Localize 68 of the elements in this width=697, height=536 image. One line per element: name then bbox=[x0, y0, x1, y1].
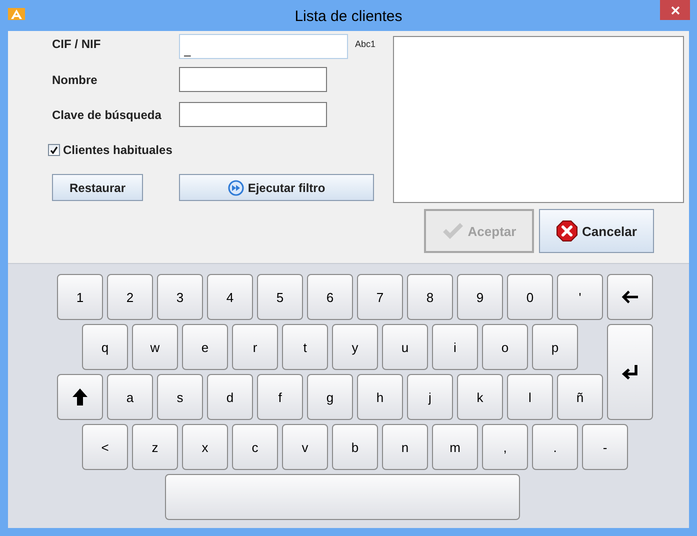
key[interactable]: 8 bbox=[407, 274, 453, 320]
cancel-button[interactable]: Cancelar bbox=[539, 209, 654, 253]
enter-icon bbox=[621, 364, 639, 380]
checkbox[interactable] bbox=[48, 144, 60, 156]
key[interactable]: d bbox=[207, 374, 253, 420]
shift-key[interactable] bbox=[57, 374, 103, 420]
key[interactable]: s bbox=[157, 374, 203, 420]
key[interactable]: i bbox=[432, 324, 478, 370]
key[interactable]: h bbox=[357, 374, 403, 420]
key[interactable]: r bbox=[232, 324, 278, 370]
key[interactable]: < bbox=[82, 424, 128, 470]
key[interactable]: 5 bbox=[257, 274, 303, 320]
key[interactable]: y bbox=[332, 324, 378, 370]
close-button[interactable] bbox=[660, 0, 690, 20]
space-key[interactable] bbox=[165, 474, 520, 520]
key[interactable]: ñ bbox=[557, 374, 603, 420]
input-field[interactable] bbox=[179, 102, 327, 127]
stop-x-icon bbox=[556, 220, 578, 242]
key[interactable]: b bbox=[332, 424, 378, 470]
key[interactable]: k bbox=[457, 374, 503, 420]
field-label: Nombre bbox=[52, 72, 98, 86]
key[interactable]: v bbox=[282, 424, 328, 470]
key[interactable]: - bbox=[582, 424, 628, 470]
app-logo-icon bbox=[8, 8, 25, 20]
backspace-key[interactable] bbox=[607, 274, 653, 320]
key[interactable]: c bbox=[232, 424, 278, 470]
key[interactable]: w bbox=[132, 324, 178, 370]
window-title: Lista de clientes bbox=[294, 6, 402, 24]
key[interactable]: o bbox=[482, 324, 528, 370]
key[interactable]: 0 bbox=[507, 274, 553, 320]
key[interactable]: ' bbox=[557, 274, 603, 320]
key[interactable]: 3 bbox=[157, 274, 203, 320]
run-filter-button[interactable]: Ejecutar filtro bbox=[179, 174, 374, 201]
enter-key[interactable] bbox=[607, 324, 653, 420]
close-icon bbox=[670, 6, 680, 14]
key[interactable]: q bbox=[82, 324, 128, 370]
field-label: CIF / NIF bbox=[52, 36, 102, 51]
checkmark-icon bbox=[442, 222, 464, 240]
key[interactable]: 2 bbox=[107, 274, 153, 320]
fast-forward-icon bbox=[228, 180, 244, 196]
key[interactable]: j bbox=[407, 374, 453, 420]
input-field[interactable] bbox=[179, 67, 327, 92]
key[interactable]: . bbox=[532, 424, 578, 470]
key[interactable]: 1 bbox=[57, 274, 103, 320]
key[interactable]: u bbox=[382, 324, 428, 370]
restore-button[interactable]: Restaurar bbox=[52, 174, 143, 201]
key[interactable]: n bbox=[382, 424, 428, 470]
key[interactable]: l bbox=[507, 374, 553, 420]
field-label: Clave de búsqueda bbox=[52, 108, 162, 122]
key[interactable]: a bbox=[107, 374, 153, 420]
key[interactable]: 6 bbox=[307, 274, 353, 320]
key[interactable]: f bbox=[257, 374, 303, 420]
key[interactable]: , bbox=[482, 424, 528, 470]
backspace-arrow-icon bbox=[621, 290, 639, 304]
key[interactable]: 9 bbox=[457, 274, 503, 320]
key[interactable]: m bbox=[432, 424, 478, 470]
checkbox-label: Clientes habituales bbox=[63, 143, 172, 157]
shift-arrow-icon bbox=[72, 388, 88, 406]
key[interactable]: g bbox=[307, 374, 353, 420]
input-field[interactable]: _ bbox=[179, 34, 348, 59]
key[interactable]: 7 bbox=[357, 274, 403, 320]
key[interactable]: e bbox=[182, 324, 228, 370]
key[interactable]: z bbox=[132, 424, 178, 470]
input-mode-indicator: Abc1 bbox=[355, 39, 376, 49]
key[interactable]: p bbox=[532, 324, 578, 370]
key[interactable]: t bbox=[282, 324, 328, 370]
key[interactable]: x bbox=[182, 424, 228, 470]
key[interactable]: 4 bbox=[207, 274, 253, 320]
